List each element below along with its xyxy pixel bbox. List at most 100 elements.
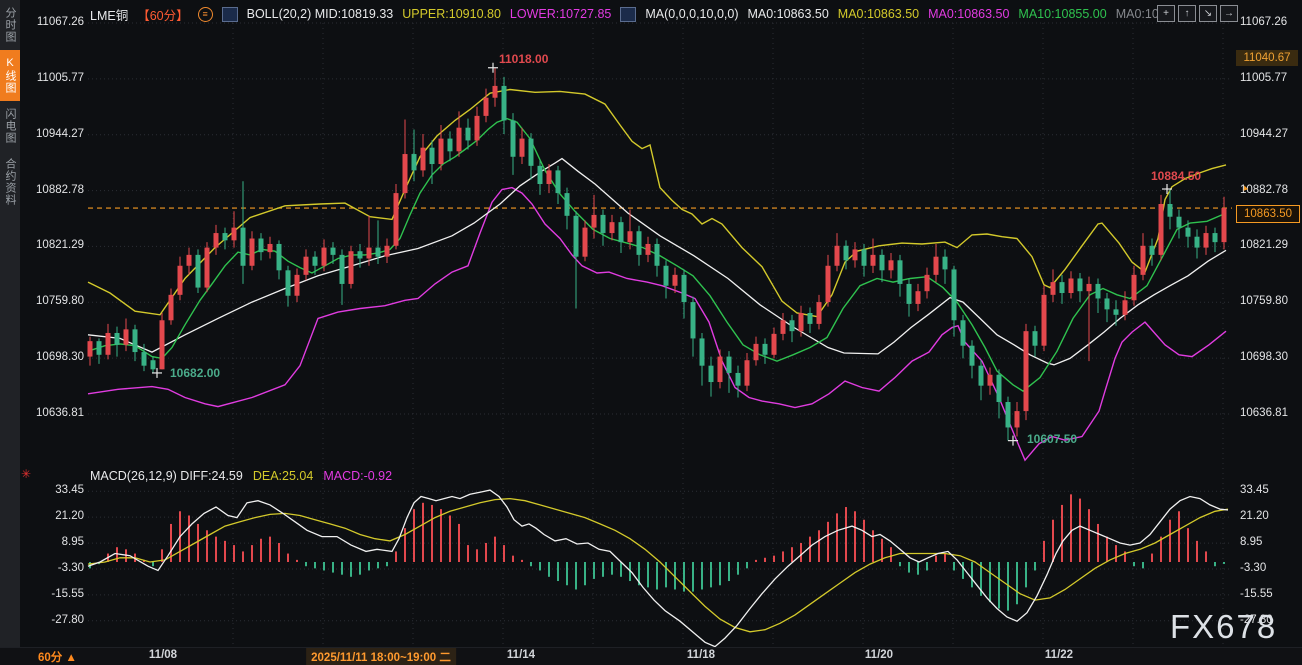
candle-body [538, 166, 543, 184]
candle-body [484, 98, 489, 116]
period-label[interactable]: 60分 ▲ [38, 649, 77, 665]
candle-body [880, 255, 885, 270]
candle-body [358, 251, 363, 258]
sidebar-item-lightning-chart[interactable]: 闪电图 [0, 101, 20, 151]
candle-body [1150, 246, 1155, 255]
candle-body [403, 154, 408, 193]
fx678-watermark: FX678 [1170, 608, 1277, 646]
candle-body [376, 248, 381, 257]
candle-body [331, 248, 336, 255]
candle-body [817, 302, 822, 324]
candle-body [754, 344, 759, 360]
chart-type-sidebar: 分时图 K线图 闪电图 合约资料 [0, 0, 20, 648]
candle-body [1006, 402, 1011, 427]
reference-price-badge: 11040.67 [1236, 50, 1298, 66]
candle-body [1132, 275, 1137, 300]
chart-canvas[interactable] [0, 0, 1302, 665]
sidebar-item-time-chart[interactable]: 分时图 [0, 0, 20, 50]
date-tick-label: 11/22 [1045, 649, 1073, 661]
candle-body [430, 148, 435, 164]
candle-body [133, 329, 138, 352]
candle-body [295, 275, 300, 296]
boll-upper-value: UPPER:10910.80 [402, 7, 501, 21]
candle-body [862, 249, 867, 265]
macd-header: MACD(26,12,9) DIFF:24.59 DEA:25.04 MACD:… [90, 469, 392, 483]
boll-indicator-icon[interactable] [222, 7, 238, 22]
candle-body [448, 139, 453, 152]
candle-body [1069, 278, 1074, 293]
indicator-header: LME铜 【60分】 ≡ BOLL(20,2) MID:10819.33 UPP… [90, 6, 1166, 22]
candle-body [349, 251, 354, 284]
boll-lower-value: LOWER:10727.85 [510, 7, 611, 21]
candle-body [988, 375, 993, 386]
candle-body [385, 246, 390, 257]
macd-value: MACD:-0.92 [323, 469, 392, 483]
candle-body [1087, 284, 1092, 291]
candle-body [889, 260, 894, 270]
candle-body [952, 269, 957, 320]
candle-body [304, 257, 309, 275]
candle-body [619, 222, 624, 242]
ma-value-yellow: MA0:10863.50 [838, 7, 919, 21]
candle-body [1186, 228, 1191, 237]
date-tick-label: 11/08 [149, 649, 177, 661]
candle-body [907, 284, 912, 304]
move-crosshair-icon[interactable]: + [1157, 5, 1175, 22]
candle-body [259, 239, 264, 253]
candle-body [178, 266, 183, 295]
axis-tick-label: 10698.30 [1240, 351, 1300, 363]
scale-down-icon[interactable]: ↘ [1199, 5, 1217, 22]
low-annotation-10607: 10607.50 [1027, 432, 1077, 446]
candle-body [970, 346, 975, 366]
candle-body [565, 193, 570, 216]
candle-body [655, 244, 660, 266]
high-annotation-10884: 10884.50 [1151, 169, 1201, 183]
candle-body [493, 86, 498, 98]
candle-body [250, 239, 255, 266]
candle-body [160, 320, 165, 369]
hovered-time-label: 2025/11/11 18:00~19:00 二 [306, 648, 456, 665]
candle-body [1096, 284, 1101, 299]
ma-value-magenta: MA0:10863.50 [928, 7, 1009, 21]
axis-tick-label: 33.45 [1240, 484, 1300, 496]
candle-body [529, 139, 534, 166]
time-axis-bar: 60分 ▲ 11/0811/1411/1811/2011/22 2025/11/… [0, 647, 1302, 665]
chart-toolbar: + ↑ ↘ → [1157, 5, 1238, 22]
candle-body [1204, 233, 1209, 248]
axis-tick-label: -3.30 [1240, 562, 1300, 574]
candle-body [664, 266, 669, 286]
candle-body [502, 86, 507, 121]
sidebar-item-contract-info[interactable]: 合约资料 [0, 151, 20, 213]
ma-indicator-icon[interactable] [620, 7, 636, 22]
date-tick-label: 11/18 [687, 649, 715, 661]
candle-body [799, 313, 804, 331]
axis-tick-label: 10759.80 [1240, 295, 1300, 307]
settings-circle-icon[interactable]: ≡ [198, 7, 213, 22]
sidebar-item-kline-chart[interactable]: K线图 [0, 50, 20, 101]
candle-body [322, 248, 327, 266]
candle-body [772, 334, 777, 355]
candle-body [925, 275, 930, 291]
candle-body [700, 338, 705, 365]
candle-body [520, 139, 525, 157]
candle-body [196, 255, 201, 288]
candle-body [646, 244, 651, 255]
candle-body [1078, 278, 1083, 291]
high-annotation-11018: 11018.00 [499, 52, 548, 66]
pan-right-icon[interactable]: → [1220, 5, 1238, 22]
candle-body [1060, 282, 1065, 293]
candle-body [826, 266, 831, 302]
period-tag[interactable]: 【60分】 [137, 5, 188, 24]
candle-body [871, 255, 876, 266]
scale-up-icon[interactable]: ↑ [1178, 5, 1196, 22]
ma-params: MA(0,0,0,10,0,0) [645, 7, 738, 21]
candle-body [1051, 282, 1056, 295]
candle-body [1123, 300, 1128, 315]
candle-body [277, 244, 282, 270]
candle-body [466, 128, 471, 141]
candle-body [934, 257, 939, 275]
macd-alert-icon[interactable]: ✳ [21, 467, 31, 481]
candle-body [574, 216, 579, 257]
candle-body [601, 215, 606, 233]
candle-body [142, 352, 147, 366]
